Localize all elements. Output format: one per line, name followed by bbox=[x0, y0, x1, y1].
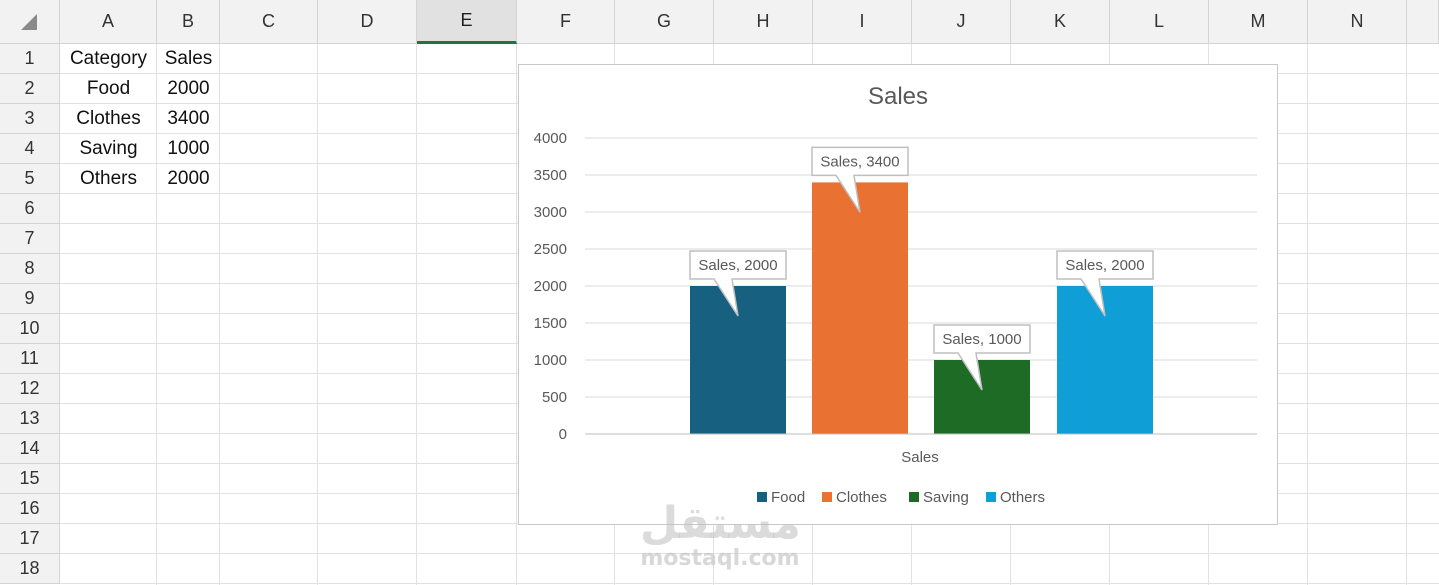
row-header-3[interactable]: 3 bbox=[0, 104, 60, 134]
row-header-17[interactable]: 17 bbox=[0, 524, 60, 554]
y-tick-label: 0 bbox=[559, 426, 567, 443]
gridline-vertical bbox=[1307, 44, 1308, 585]
select-all-corner[interactable] bbox=[0, 0, 60, 44]
row-header-11[interactable]: 11 bbox=[0, 344, 60, 374]
table-cell[interactable]: 1000 bbox=[157, 134, 220, 164]
gridline-vertical bbox=[317, 44, 318, 585]
column-header-f[interactable]: F bbox=[517, 0, 615, 44]
table-cell[interactable]: Clothes bbox=[60, 104, 157, 134]
column-header-g[interactable]: G bbox=[615, 0, 714, 44]
data-label: Sales, 1000 bbox=[942, 331, 1021, 348]
column-header-i[interactable]: I bbox=[813, 0, 912, 44]
y-tick-label: 3500 bbox=[534, 167, 567, 184]
column-header-a[interactable]: A bbox=[60, 0, 157, 44]
legend-swatch-saving bbox=[909, 492, 919, 502]
table-cell[interactable]: Food bbox=[60, 74, 157, 104]
column-header-c[interactable]: C bbox=[220, 0, 318, 44]
bar-saving bbox=[934, 360, 1030, 434]
column-header-n[interactable]: N bbox=[1308, 0, 1407, 44]
data-label: Sales, 2000 bbox=[1065, 257, 1144, 274]
column-header-h[interactable]: H bbox=[714, 0, 813, 44]
row-header-16[interactable]: 16 bbox=[0, 494, 60, 524]
y-tick-label: 2500 bbox=[534, 241, 567, 258]
row-header-15[interactable]: 15 bbox=[0, 464, 60, 494]
legend-label-others: Others bbox=[1000, 489, 1045, 506]
y-tick-label: 2000 bbox=[534, 278, 567, 295]
row-header-8[interactable]: 8 bbox=[0, 254, 60, 284]
gridline-horizontal bbox=[60, 583, 1439, 584]
sales-chart[interactable]: Sales 0 500 1000 1500 2000 2500 3000 3500 4000 Sa… bbox=[518, 64, 1278, 525]
gridline-horizontal bbox=[60, 553, 1439, 554]
table-cell[interactable]: 2000 bbox=[157, 164, 220, 194]
table-cell[interactable]: 2000 bbox=[157, 74, 220, 104]
row-header-5[interactable]: 5 bbox=[0, 164, 60, 194]
data-label: Sales, 2000 bbox=[698, 257, 777, 274]
table-cell[interactable]: 3400 bbox=[157, 104, 220, 134]
bar-clothes bbox=[812, 182, 908, 434]
y-tick-label: 500 bbox=[542, 389, 567, 406]
bar-others bbox=[1057, 286, 1153, 434]
y-tick-label: 1500 bbox=[534, 315, 567, 332]
table-header-cell[interactable]: Category bbox=[60, 44, 157, 74]
column-header-d[interactable]: D bbox=[318, 0, 417, 44]
row-header-12[interactable]: 12 bbox=[0, 374, 60, 404]
column-header-b[interactable]: B bbox=[157, 0, 220, 44]
bar-food bbox=[690, 286, 786, 434]
table-cell[interactable]: Saving bbox=[60, 134, 157, 164]
row-header-13[interactable]: 13 bbox=[0, 404, 60, 434]
column-header-j[interactable]: J bbox=[912, 0, 1011, 44]
legend-label-food: Food bbox=[771, 489, 805, 506]
row-header-1[interactable]: 1 bbox=[0, 44, 60, 74]
y-tick-label: 3000 bbox=[534, 204, 567, 221]
row-header-18[interactable]: 18 bbox=[0, 554, 60, 584]
column-header-partial[interactable] bbox=[1407, 0, 1439, 44]
row-header-7[interactable]: 7 bbox=[0, 224, 60, 254]
row-header-2[interactable]: 2 bbox=[0, 74, 60, 104]
x-axis-label: Sales bbox=[901, 449, 939, 466]
select-all-triangle-icon bbox=[21, 14, 37, 30]
column-header-m[interactable]: M bbox=[1209, 0, 1308, 44]
y-tick-label: 4000 bbox=[534, 130, 567, 147]
legend-swatch-clothes bbox=[822, 492, 832, 502]
row-header-9[interactable]: 9 bbox=[0, 284, 60, 314]
legend-label-clothes: Clothes bbox=[836, 489, 887, 506]
row-header-6[interactable]: 6 bbox=[0, 194, 60, 224]
table-cell[interactable]: Others bbox=[60, 164, 157, 194]
legend-label-saving: Saving bbox=[923, 489, 969, 506]
column-header-e[interactable]: E bbox=[417, 0, 517, 44]
row-header-10[interactable]: 10 bbox=[0, 314, 60, 344]
column-header-k[interactable]: K bbox=[1011, 0, 1110, 44]
gridline-vertical bbox=[516, 44, 517, 585]
legend-swatch-food bbox=[757, 492, 767, 502]
chart-plot: 0 500 1000 1500 2000 2500 3000 3500 4000 Sales, 2… bbox=[534, 130, 1257, 506]
row-header-4[interactable]: 4 bbox=[0, 134, 60, 164]
row-header-14[interactable]: 14 bbox=[0, 434, 60, 464]
column-header-l[interactable]: L bbox=[1110, 0, 1209, 44]
table-header-cell[interactable]: Sales bbox=[157, 44, 220, 74]
legend-swatch-others bbox=[986, 492, 996, 502]
y-tick-label: 1000 bbox=[534, 352, 567, 369]
gridline-vertical bbox=[1406, 44, 1407, 585]
data-label: Sales, 3400 bbox=[820, 153, 899, 170]
gridline-vertical bbox=[416, 44, 417, 585]
